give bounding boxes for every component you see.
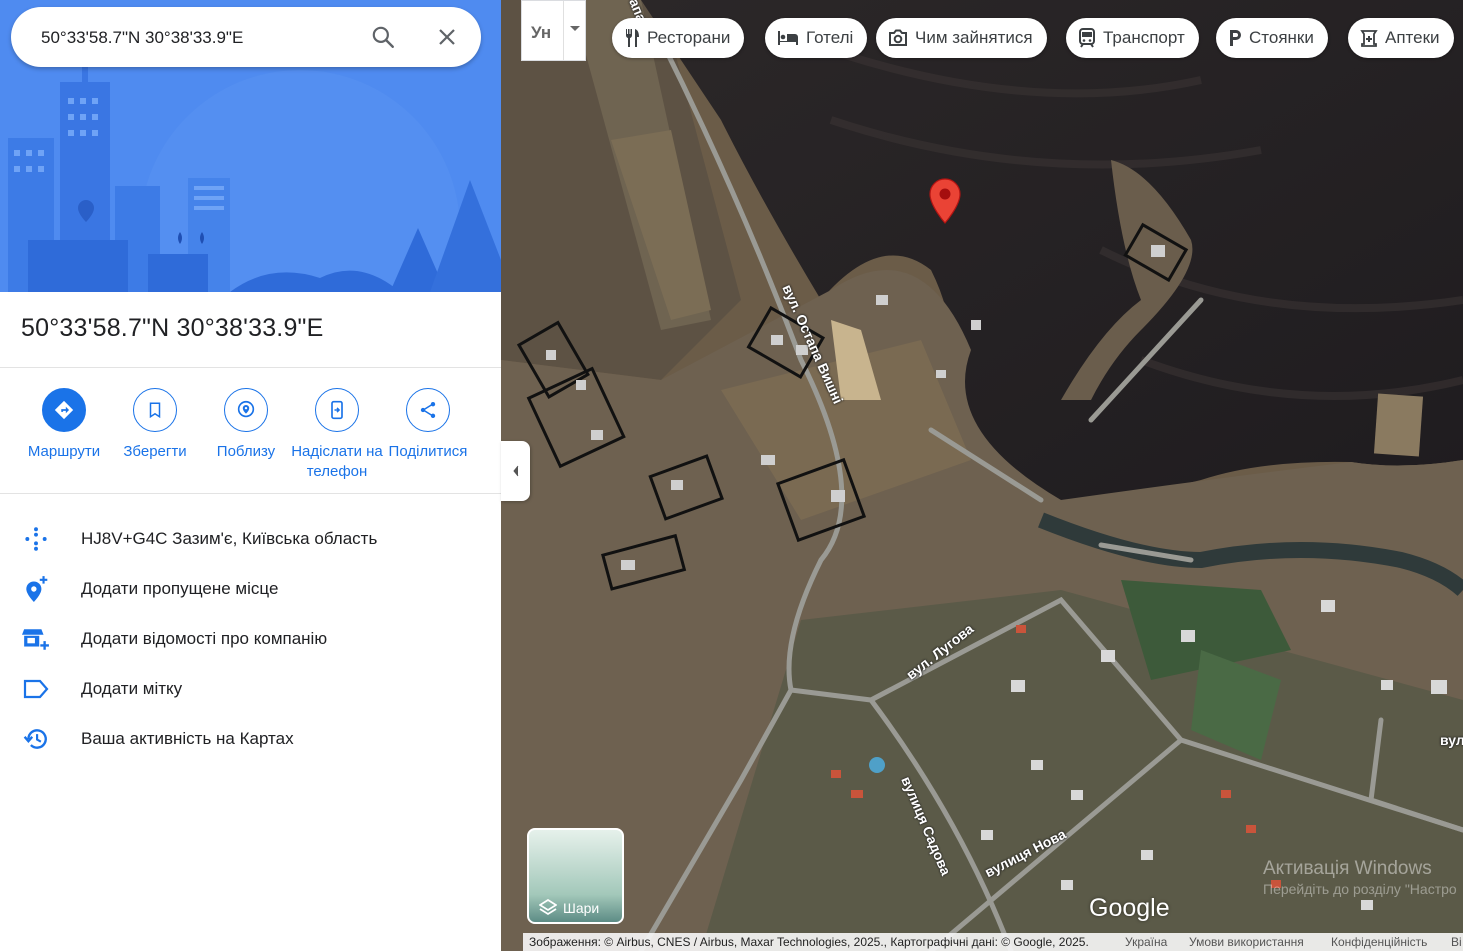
street-label-edge: вул [1440, 732, 1463, 748]
directions-icon [42, 388, 86, 432]
collapse-panel-button[interactable] [501, 441, 530, 501]
add-label-text: Додати мітку [81, 679, 183, 698]
maps-activity-text: Ваша активність на Картах [81, 729, 294, 748]
add-missing-place-text: Додати пропущене місце [81, 579, 279, 598]
transit-icon [1078, 28, 1096, 48]
add-location-icon [21, 574, 51, 604]
send-to-phone-icon [315, 388, 359, 432]
chip-label: Готелі [806, 28, 854, 47]
nearby-button[interactable]: Поблизу [200, 388, 292, 462]
location-pin[interactable] [928, 177, 962, 230]
add-label-row[interactable]: Додати мітку [0, 663, 501, 713]
plus-code-icon [21, 524, 51, 554]
language-label: Ун [531, 23, 552, 42]
add-missing-place-row[interactable]: Додати пропущене місце [0, 563, 501, 613]
google-logo: Google [1089, 894, 1170, 922]
layers-label: Шари [563, 900, 600, 916]
restaurant-icon [624, 28, 640, 48]
map-pin-icon [929, 178, 961, 224]
clear-search-button[interactable] [432, 22, 462, 52]
windows-activation-subtitle: Перейдіть до розділу "Настро [1263, 881, 1457, 897]
add-business-icon [21, 624, 51, 654]
chip-restaurants[interactable]: Ресторани [612, 18, 745, 58]
maps-activity-row[interactable]: Ваша активність на Картах [0, 713, 501, 763]
search-button[interactable] [368, 22, 398, 52]
chevron-left-icon [512, 465, 518, 477]
attribution-text: Зображення: © Airbus, CNES / Airbus, Max… [529, 935, 1089, 949]
divider [563, 1, 564, 60]
layers-button[interactable]: Шари [527, 828, 624, 924]
privacy-link[interactable]: Конфіденційність [1331, 935, 1427, 949]
chip-label: Стоянки [1249, 28, 1314, 47]
share-icon [406, 388, 450, 432]
parking-icon [1228, 29, 1242, 47]
more-link[interactable]: Ві [1451, 935, 1462, 949]
side-panel: 50°33'58.7"N 30°38'33.9"E Маршрути Збере… [0, 0, 501, 951]
share-button[interactable]: Поділитися [382, 388, 474, 462]
plus-code-text: HJ8V+G4C Зазим'є, Київська область [81, 529, 378, 548]
chevron-down-icon [570, 26, 580, 31]
hotel-icon [777, 30, 799, 46]
add-business-row[interactable]: Додати відомості про компанію [0, 613, 501, 663]
terms-link[interactable]: Умови використання [1189, 935, 1304, 949]
camera-icon [888, 29, 908, 47]
chip-label: Транспорт [1103, 28, 1185, 47]
chip-transit[interactable]: Транспорт [1066, 18, 1199, 58]
share-label: Поділитися [388, 443, 468, 460]
save-label: Зберегти [123, 443, 187, 460]
search-icon [372, 26, 394, 48]
directions-button[interactable]: Маршрути [18, 388, 110, 462]
divider [0, 493, 501, 494]
bookmark-icon [133, 388, 177, 432]
history-icon [21, 724, 51, 754]
save-button[interactable]: Зберегти [109, 388, 201, 462]
map-footer: Зображення: © Airbus, CNES / Airbus, Max… [523, 933, 1463, 951]
search-box [11, 7, 481, 67]
add-business-text: Додати відомості про компанію [81, 629, 328, 648]
country-link[interactable]: Україна [1125, 935, 1167, 949]
chip-pharmacies[interactable]: Аптеки [1348, 18, 1454, 58]
windows-activation-title: Активація Windows [1263, 858, 1432, 879]
send-to-phone-label: Надіслати на телефон [291, 443, 383, 480]
pharmacy-icon [1360, 29, 1378, 47]
plus-code-row[interactable]: HJ8V+G4C Зазим'є, Київська область [0, 513, 501, 563]
search-input[interactable] [39, 25, 343, 51]
nearby-label: Поблизу [216, 443, 276, 460]
place-title: 50°33'58.7"N 30°38'33.9"E [21, 314, 324, 342]
divider [0, 367, 501, 368]
chip-label: Ресторани [647, 28, 731, 47]
satellite-imagery [501, 0, 1463, 951]
input-language-toggle[interactable]: Ун [521, 0, 586, 61]
chip-things-to-do[interactable]: Чим зайнятися [876, 18, 1047, 58]
action-bar: Маршрути Зберегти Поблизу Надіслати на т… [18, 388, 488, 488]
chip-hotels[interactable]: Готелі [765, 18, 868, 58]
directions-label: Маршрути [27, 443, 101, 460]
label-icon [21, 674, 51, 704]
chip-label: Аптеки [1385, 28, 1440, 47]
close-icon [439, 29, 455, 45]
chip-label: Чим зайнятися [915, 28, 1033, 47]
nearby-icon [224, 388, 268, 432]
layers-icon [539, 899, 557, 916]
chip-parking[interactable]: Стоянки [1216, 18, 1328, 58]
map-canvas[interactable]: вул. Остапа Вишні вул. Лугова вулиця Сад… [501, 0, 1463, 951]
send-to-phone-button[interactable]: Надіслати на телефон [291, 388, 383, 482]
